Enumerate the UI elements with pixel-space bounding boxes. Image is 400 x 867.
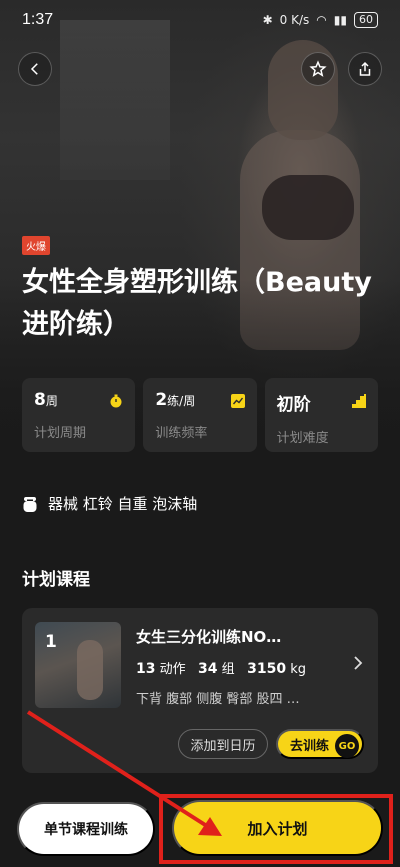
wifi-icon: ◠ <box>316 13 327 27</box>
actions-count: 13 <box>136 661 156 677</box>
start-training-label: 去训练 <box>290 738 330 754</box>
level-bars-icon <box>351 394 366 408</box>
course-thumbnail: 1 <box>35 622 121 708</box>
star-icon <box>309 60 327 77</box>
signal-icon: ▮▮ <box>333 13 347 27</box>
plan-stats: 8周 计划周期 2练/周 训练频率 初阶 计划难度 <box>22 378 378 452</box>
equipment-row: 器械 杠铃 自重 泡沫轴 <box>22 493 197 514</box>
start-training-button[interactable]: 去训练 GO <box>276 729 364 759</box>
bluetooth-icon: ✱ <box>262 13 273 27</box>
single-course-training-button[interactable]: 单节课程训练 <box>17 802 155 856</box>
stat-frequency-label: 训练频率 <box>155 426 208 441</box>
weight-unit: kg <box>290 662 306 677</box>
courses-section-title: 计划课程 <box>22 570 90 590</box>
kettlebell-icon <box>23 496 37 512</box>
stat-duration-label: 计划周期 <box>34 426 87 441</box>
share-icon <box>359 61 371 76</box>
status-time: 1:37 <box>22 11 54 28</box>
stat-duration: 8周 计划周期 <box>22 378 136 452</box>
course-name: 女生三分化训练NO… <box>136 628 282 646</box>
add-to-calendar-button[interactable]: 添加到日历 <box>178 729 268 759</box>
trend-chart-icon <box>230 394 245 408</box>
annotation-highlight-box <box>159 794 393 864</box>
go-badge: GO <box>335 734 359 758</box>
stopwatch-icon <box>110 394 122 408</box>
actions-unit: 动作 <box>159 662 186 677</box>
course-meta: 13 动作 34 组 3150 kg <box>136 658 306 677</box>
course-card[interactable]: 1 女生三分化训练NO… 13 动作 34 组 3150 kg 下背 腹部 侧腹… <box>22 608 378 773</box>
equipment-list: 器械 杠铃 自重 泡沫轴 <box>48 495 198 513</box>
stat-frequency: 2练/周 训练频率 <box>143 378 257 452</box>
sets-count: 34 <box>198 661 218 677</box>
stat-difficulty-value: 初阶 <box>276 395 311 415</box>
stat-frequency-unit: 练/周 <box>167 394 196 408</box>
chevron-right-icon[interactable] <box>352 656 364 670</box>
stat-frequency-value: 2 <box>155 390 168 410</box>
stat-duration-value: 8 <box>34 390 46 410</box>
hot-badge: 火爆 <box>22 236 50 255</box>
sets-unit: 组 <box>221 662 235 677</box>
status-icons: ✱ 0 K/s ◠ ▮▮ 60 <box>263 12 378 28</box>
battery-indicator: 60 <box>354 12 378 28</box>
plan-title: 女性全身塑形训练（Beauty进阶练） <box>22 267 372 340</box>
stat-duration-unit: 周 <box>45 394 58 408</box>
back-button[interactable] <box>18 52 52 86</box>
stat-difficulty: 初阶 计划难度 <box>264 378 378 452</box>
status-bar: 1:37 ✱ 0 K/s ◠ ▮▮ 60 <box>0 0 400 40</box>
share-button[interactable] <box>348 52 382 86</box>
chevron-left-icon <box>30 63 38 75</box>
course-tags: 下背 腹部 侧腹 臀部 股四 … <box>136 692 300 707</box>
net-speed: 0 K/s <box>279 13 310 27</box>
course-number: 1 <box>45 632 57 652</box>
favorite-button[interactable] <box>301 52 335 86</box>
stat-difficulty-label: 计划难度 <box>276 431 329 446</box>
total-weight: 3150 <box>247 661 287 677</box>
